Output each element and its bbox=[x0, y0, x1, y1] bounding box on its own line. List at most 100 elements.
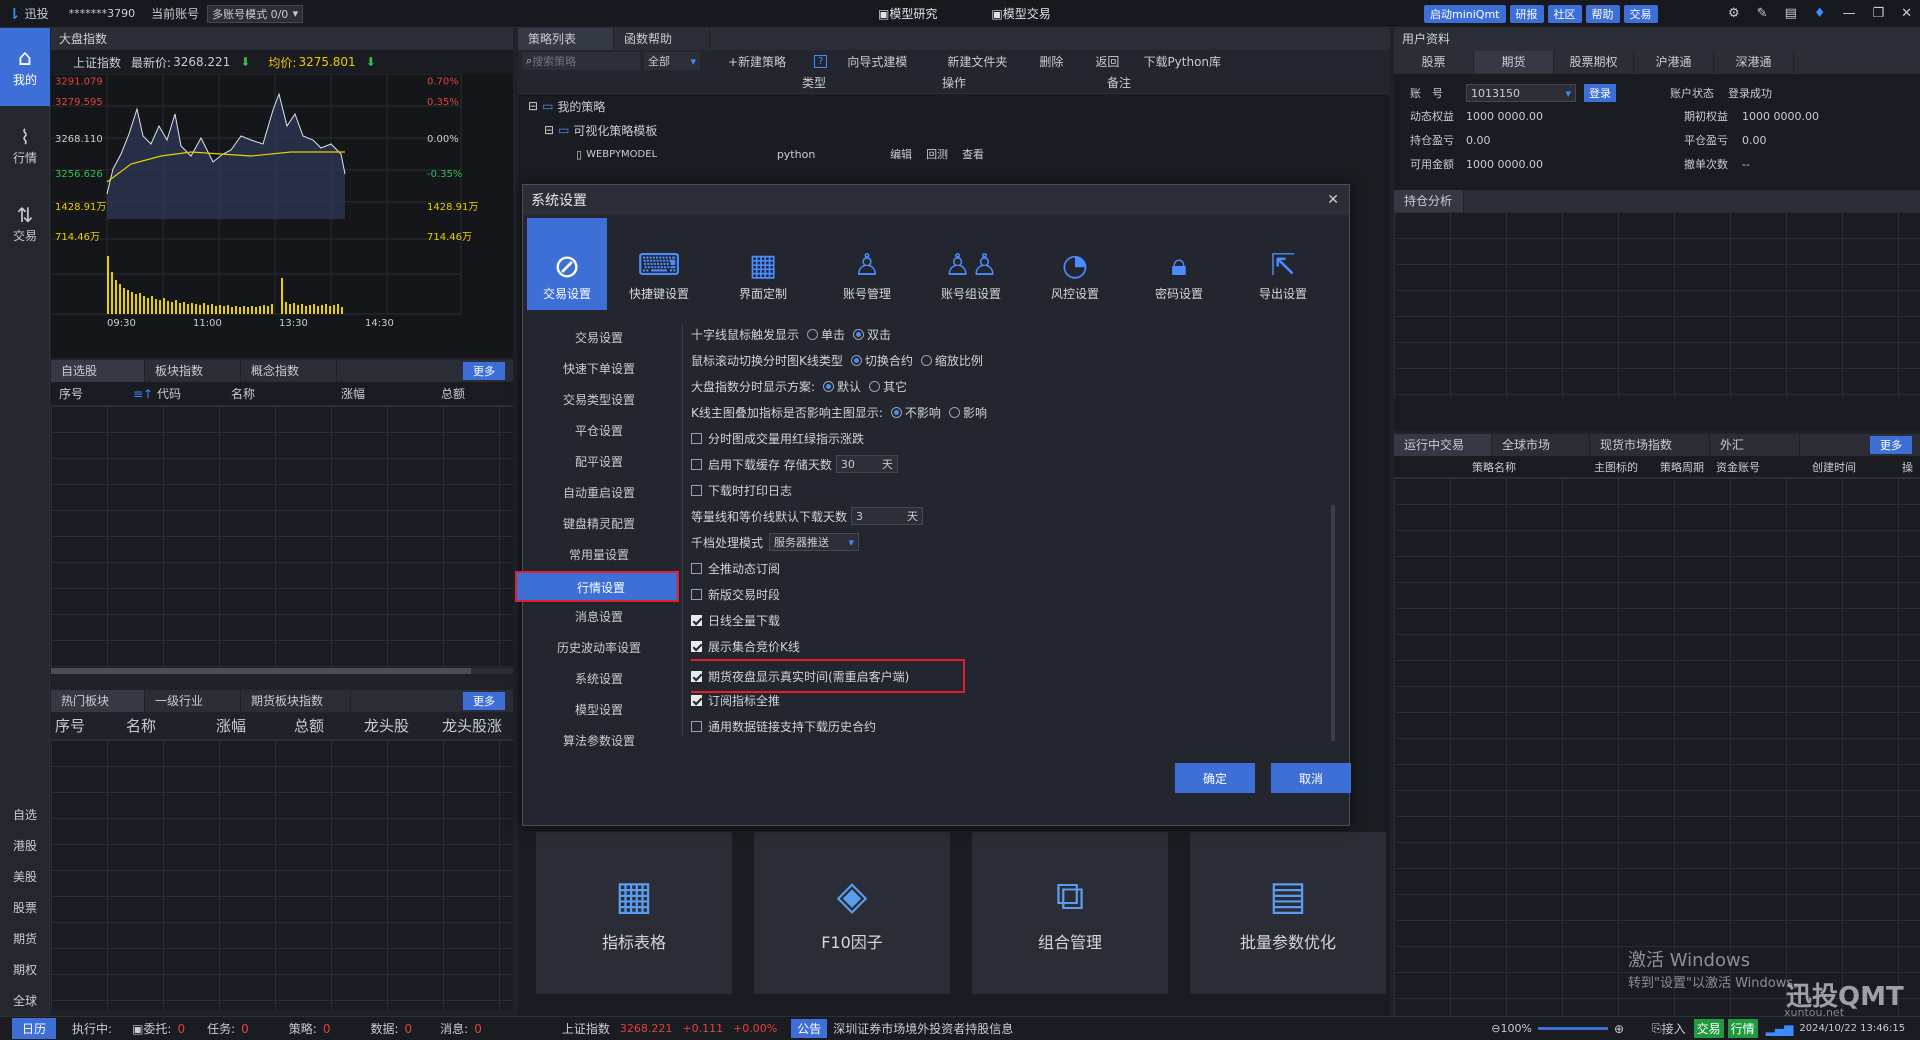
menu-quick-order[interactable]: 快速下单设置 bbox=[523, 354, 675, 385]
card-portfolio[interactable]: ⧉ 组合管理 bbox=[972, 832, 1168, 994]
strategy-search-input[interactable]: ⌕ 搜索策略 bbox=[522, 52, 640, 70]
tab-running-trades[interactable]: 运行中交易 bbox=[1394, 434, 1492, 456]
edit-icon[interactable]: ✎ bbox=[1757, 6, 1768, 21]
tab-strategy-list[interactable]: 策略列表 bbox=[518, 28, 614, 50]
strategy-filter-select[interactable]: 全部 ▾ bbox=[644, 52, 700, 70]
checkbox-download-cache[interactable] bbox=[691, 458, 702, 470]
checkbox-print-log[interactable] bbox=[691, 484, 702, 496]
view-button[interactable]: 查看 bbox=[962, 146, 984, 162]
new-strategy-button[interactable]: +新建策略 bbox=[728, 53, 786, 70]
sidebar-item-home[interactable]: ⌂ 我的 bbox=[0, 28, 50, 106]
trade-button[interactable]: 交易 bbox=[1623, 4, 1658, 23]
orders-label[interactable]: 委托: bbox=[143, 1020, 171, 1037]
tab-hot-sectors[interactable]: 热门板块 bbox=[51, 690, 145, 712]
import-button[interactable]: 接入 bbox=[1662, 1020, 1686, 1037]
watchlist-body[interactable] bbox=[51, 406, 513, 668]
radio-single-click[interactable] bbox=[807, 328, 819, 340]
tab-futures[interactable]: 期货 bbox=[1474, 51, 1554, 73]
sidebar-item-market[interactable]: ⌇ 行情 bbox=[0, 106, 50, 184]
radio-double-click[interactable] bbox=[853, 328, 865, 340]
confirm-button[interactable]: 确定 bbox=[1175, 763, 1255, 793]
calendar-button[interactable]: 日历 bbox=[12, 1018, 57, 1039]
login-button[interactable]: 登录 bbox=[1584, 84, 1616, 102]
help-icon[interactable]: ? bbox=[814, 54, 828, 68]
sidebar-item-watchlist[interactable]: 自选 bbox=[0, 800, 50, 831]
menu-auto-restart[interactable]: 自动重启设置 bbox=[523, 478, 675, 509]
menu-message[interactable]: 消息设置 bbox=[523, 602, 675, 633]
sidebar-item-hk[interactable]: 港股 bbox=[0, 831, 50, 862]
checkbox-new-sessions[interactable] bbox=[691, 588, 702, 600]
tab-spot-index[interactable]: 现货市场指数 bbox=[1590, 434, 1710, 456]
back-button[interactable]: 返回 bbox=[1095, 53, 1119, 70]
tab-sz-hk[interactable]: 深港通 bbox=[1714, 51, 1794, 73]
tree-row[interactable]: ⊟ ▭ 可视化策略模板 bbox=[518, 118, 1390, 142]
sidebar-item-futures[interactable]: 期货 bbox=[0, 924, 50, 955]
sector-body[interactable] bbox=[51, 740, 513, 1010]
running-body[interactable] bbox=[1394, 478, 1920, 1018]
tab-futures-sectors[interactable]: 期货板块指数 bbox=[241, 690, 351, 712]
restore-icon[interactable]: ❐ bbox=[1873, 6, 1885, 21]
radio-other[interactable] bbox=[869, 380, 881, 392]
tab-industry[interactable]: 一级行业 bbox=[145, 690, 241, 712]
tab-watchlist[interactable]: 自选股 bbox=[51, 360, 145, 382]
checkbox-indicator-push[interactable] bbox=[691, 694, 702, 706]
messages-label[interactable]: 消息: bbox=[440, 1020, 468, 1037]
sidebar-item-options[interactable]: 期权 bbox=[0, 955, 50, 986]
checkbox-night-session-time[interactable] bbox=[691, 670, 702, 682]
tab-stock-options[interactable]: 股票期权 bbox=[1554, 51, 1634, 73]
card-param-optimize[interactable]: ▤ 批量参数优化 bbox=[1190, 832, 1386, 994]
tab-export-settings[interactable]: ⇱ 导出设置 bbox=[1231, 218, 1335, 310]
checkbox-auction-kline[interactable] bbox=[691, 640, 702, 652]
menu-close-position[interactable]: 平仓设置 bbox=[523, 416, 675, 447]
account-select[interactable]: 1013150 ▾ bbox=[1466, 84, 1576, 102]
tab-forex[interactable]: 外汇 bbox=[1710, 434, 1800, 456]
layout-icon[interactable]: ▤ bbox=[1785, 6, 1797, 21]
menu-system[interactable]: 系统设置 bbox=[523, 664, 675, 695]
options-scrollbar[interactable] bbox=[1331, 505, 1335, 741]
minimize-icon[interactable]: — bbox=[1843, 6, 1856, 21]
card-indicator-table[interactable]: ▦ 指标表格 bbox=[536, 832, 732, 994]
tab-concept-index[interactable]: 概念指数 bbox=[241, 360, 337, 382]
more-button[interactable]: 更多 bbox=[463, 362, 505, 380]
guided-modeling-button[interactable]: 向导式建模 bbox=[847, 53, 907, 70]
default-days-input[interactable]: 3天 bbox=[851, 507, 924, 525]
col-code[interactable]: ≡↑ 代码 bbox=[121, 385, 231, 402]
zoom-out-icon[interactable]: ⊖ bbox=[1491, 1022, 1500, 1035]
community-button[interactable]: 社区 bbox=[1547, 4, 1582, 23]
tab-shortcut-settings[interactable]: ⌨ 快捷键设置 bbox=[607, 218, 711, 310]
strategies-label[interactable]: 策略: bbox=[289, 1020, 317, 1037]
close-icon[interactable]: ✕ bbox=[1901, 6, 1912, 21]
backtest-button[interactable]: 回测 bbox=[926, 146, 948, 162]
tree-row[interactable]: ▯ WEBPYMODEL python 编辑 回测 查看 bbox=[518, 142, 1390, 166]
market-status[interactable]: 行情 bbox=[1727, 1019, 1758, 1038]
menu-balance[interactable]: 配平设置 bbox=[523, 447, 675, 478]
tick-mode-select[interactable]: 服务器推送 ▾ bbox=[769, 533, 860, 551]
sidebar-item-us[interactable]: 美股 bbox=[0, 862, 50, 893]
new-folder-button[interactable]: 新建文件夹 bbox=[947, 53, 1007, 70]
collapse-icon[interactable]: ⊟ bbox=[528, 99, 538, 113]
research-button[interactable]: 研报 bbox=[1509, 4, 1544, 23]
account-mode-select[interactable]: 多账号模式 0/0 ▾ bbox=[207, 4, 304, 23]
collapse-icon[interactable]: ⊟ bbox=[544, 123, 554, 137]
sidebar-item-global[interactable]: 全球 bbox=[0, 986, 50, 1017]
cancel-button[interactable]: 取消 bbox=[1271, 763, 1351, 793]
trade-status[interactable]: 交易 bbox=[1693, 1019, 1724, 1038]
menu-market-settings[interactable]: 行情设置 bbox=[515, 571, 679, 602]
tab-position-analysis[interactable]: 持仓分析 bbox=[1394, 190, 1464, 212]
checkbox-history-contracts[interactable] bbox=[691, 720, 702, 732]
shirt-icon[interactable]: ♦ bbox=[1814, 6, 1826, 21]
checkbox-full-push[interactable] bbox=[691, 562, 702, 574]
tab-sh-hk[interactable]: 沪港通 bbox=[1634, 51, 1714, 73]
tab-account-group[interactable]: ♙♙ 账号组设置 bbox=[919, 218, 1023, 310]
edit-button[interactable]: 编辑 bbox=[890, 146, 912, 162]
radio-zoom[interactable] bbox=[920, 354, 932, 366]
tab-stocks[interactable]: 股票 bbox=[1394, 51, 1474, 73]
tab-sector-index[interactable]: 板块指数 bbox=[145, 360, 241, 382]
radio-no-affect[interactable] bbox=[890, 406, 902, 418]
tab-model-trade[interactable]: 模型交易 bbox=[1003, 5, 1051, 22]
tab-function-help[interactable]: 函数帮助 bbox=[614, 28, 710, 50]
radio-default[interactable] bbox=[823, 380, 835, 392]
position-body[interactable] bbox=[1394, 212, 1920, 398]
card-f10-factor[interactable]: ◈ F10因子 bbox=[754, 832, 950, 994]
menu-trade-type[interactable]: 交易类型设置 bbox=[523, 385, 675, 416]
